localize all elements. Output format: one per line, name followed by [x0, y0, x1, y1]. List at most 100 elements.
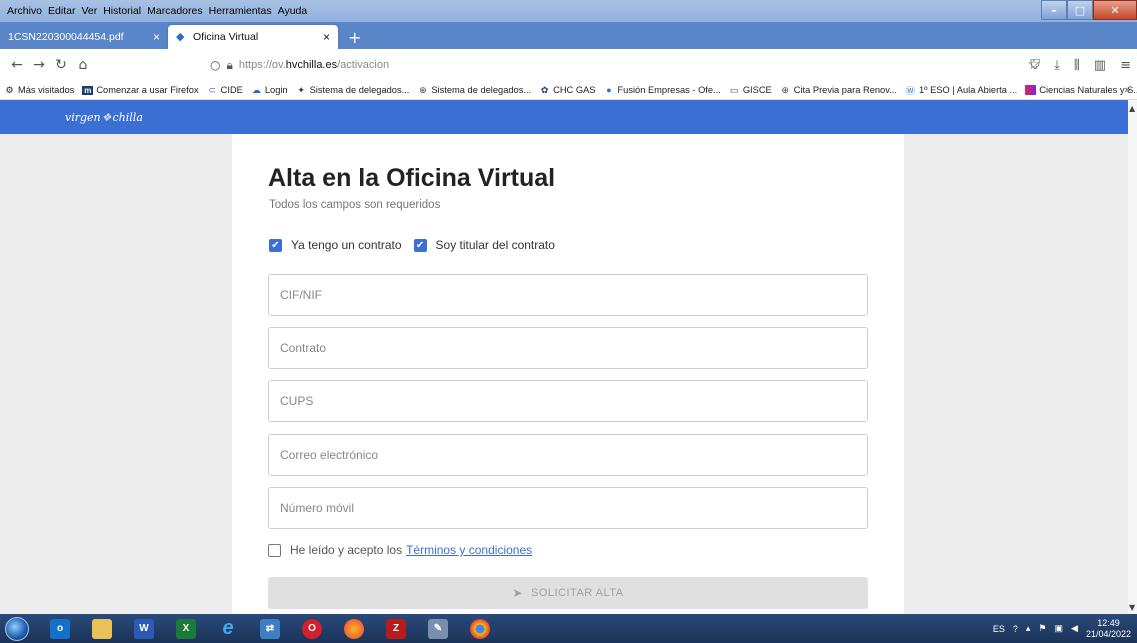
word-icon: W — [134, 618, 154, 639]
contract-checkbox-label[interactable]: Ya tengo un contrato — [291, 238, 402, 252]
signup-card: Alta en la Oficina Virtual Todos los cam… — [232, 134, 904, 614]
taskbar-ie[interactable]: e — [209, 616, 247, 642]
cide-icon: ⊂ — [208, 84, 216, 95]
cif-nif-input[interactable] — [268, 274, 868, 316]
taskbar: o W X e ⇄ O Z ✎ ES ? ▴ ⚑ ▣ ◀ 12:49 21/04… — [0, 614, 1137, 643]
bookmark-item[interactable]: ⚙ Más visitados — [4, 85, 74, 96]
new-tab-button[interactable]: + — [338, 28, 371, 49]
window-controls: – □ ✕ — [1041, 0, 1137, 20]
taskbar-filezilla[interactable]: Z — [377, 616, 415, 642]
more-bookmarks-chevron-icon[interactable]: » — [1124, 83, 1131, 96]
folder-icon: ▭ — [730, 84, 739, 95]
page-scrollbar[interactable]: ▲ ▼ — [1128, 100, 1137, 614]
bookmark-item[interactable]: ☁ Login — [251, 85, 288, 96]
menu-editar[interactable]: Editar — [45, 5, 78, 17]
home-icon[interactable]: ⌂ — [72, 57, 94, 73]
taskbar-opera[interactable]: O — [293, 616, 331, 642]
menu-ver[interactable]: Ver — [78, 5, 100, 17]
bookmark-item[interactable]: ⊕ Sistema de delegados... — [417, 85, 531, 96]
network-icon: ⇄ — [260, 618, 280, 639]
taskbar-outlook[interactable]: o — [41, 616, 79, 642]
library-icon[interactable]: ⫼ — [1074, 58, 1080, 73]
volume-icon[interactable]: ◀ — [1071, 623, 1078, 634]
bookmark-item[interactable]: Ⓦ 1º ESO | Aula Abierta ... — [905, 84, 1017, 97]
page-content: virgen ❖ chilla Alta en la Oficina Virtual… — [0, 100, 1137, 614]
menu-herramientas[interactable]: Herramientas — [206, 5, 275, 17]
logo-leaf-icon: ❖ — [101, 110, 112, 124]
flag-icon[interactable]: ⚑ — [1038, 623, 1046, 634]
clock[interactable]: 12:49 21/04/2022 — [1086, 618, 1131, 640]
tool-icon: ✎ — [428, 618, 448, 639]
close-icon[interactable]: × — [153, 30, 160, 44]
navigation-bar: ← → ↻ ⌂ ○ 🔒︎ https://ov.hvchilla.es/acti… — [0, 49, 1137, 81]
downloads-icon[interactable]: ⤓ — [1054, 58, 1060, 73]
mobile-input[interactable] — [268, 487, 868, 529]
menu-ayuda[interactable]: Ayuda — [275, 5, 311, 17]
taskbar-explorer[interactable] — [83, 616, 121, 642]
pocket-icon[interactable]: ⛉ — [1030, 58, 1040, 73]
menu-historial[interactable]: Historial — [100, 5, 144, 17]
address-bar[interactable]: ○ 🔒︎ https://ov.hvchilla.es/activacion ☆ — [210, 53, 1040, 77]
scroll-down-icon[interactable]: ▼ — [1129, 603, 1135, 612]
bookmark-item[interactable]: Ciencias Naturales y S... — [1025, 85, 1137, 95]
contract-checkbox[interactable]: ✔ — [269, 238, 282, 252]
tray-expand-icon[interactable]: ▴ — [1026, 623, 1031, 634]
cups-input[interactable] — [268, 380, 868, 422]
hamburger-menu-icon[interactable]: ≡ — [1120, 58, 1131, 73]
taskbar-excel[interactable]: X — [167, 616, 205, 642]
taskbar-tool[interactable]: ✎ — [419, 616, 457, 642]
reload-icon[interactable]: ↻ — [50, 57, 72, 73]
terms-row: He leído y acepto los Términos y condici… — [268, 543, 532, 557]
minimize-button[interactable]: – — [1041, 0, 1067, 20]
globe-icon: ⊕ — [781, 84, 790, 95]
terms-checkbox[interactable] — [268, 543, 281, 557]
site-logo[interactable]: virgen ❖ chilla — [65, 111, 143, 124]
bookmark-item[interactable]: ⊕ Cita Previa para Renov... — [780, 84, 896, 96]
bookmark-item[interactable]: ✦ Sistema de delegados... — [296, 85, 409, 96]
internet-explorer-icon: e — [222, 617, 234, 639]
language-indicator[interactable]: ES — [993, 624, 1005, 634]
bookmark-icon — [1025, 85, 1037, 95]
bookmark-item[interactable]: ● Fusión Empresas - Ofe... — [603, 85, 721, 95]
submit-label: SOLICITAR ALTA — [530, 587, 624, 599]
terms-link[interactable]: Términos y condiciones — [406, 543, 532, 557]
excel-icon: X — [176, 618, 196, 639]
submit-button[interactable]: ➤ SOLICITAR ALTA — [268, 577, 868, 609]
globe-icon: ⊕ — [419, 84, 427, 95]
email-input[interactable] — [268, 434, 868, 476]
back-arrow-icon[interactable]: ← — [6, 57, 28, 73]
menu-marcadores[interactable]: Marcadores — [144, 5, 205, 17]
tab-pdf[interactable]: 1CSN220300044454.pdf × — [0, 25, 168, 49]
titular-checkbox-label[interactable]: Soy titular del contrato — [436, 238, 555, 252]
taskbar-network[interactable]: ⇄ — [251, 616, 289, 642]
bookmark-item[interactable]: m Comenzar a usar Firefox — [82, 85, 199, 95]
bookmark-item[interactable]: ⊂ CIDE — [207, 85, 243, 96]
contract-checkboxes: ✔ Ya tengo un contrato ✔ Soy titular del… — [269, 238, 567, 252]
close-icon[interactable]: × — [323, 30, 330, 44]
taskbar-word[interactable]: W — [125, 616, 163, 642]
lock-icon[interactable]: 🔒︎ — [226, 58, 232, 73]
scroll-up-icon[interactable]: ▲ — [1129, 104, 1135, 113]
close-window-button[interactable]: ✕ — [1093, 0, 1137, 20]
tab-oficina-virtual[interactable]: ◆ Oficina Virtual × — [168, 25, 338, 49]
tracking-shield-icon[interactable]: ○ — [210, 58, 220, 72]
menu-bar: Archivo Editar Ver Historial Marcadores … — [0, 5, 310, 17]
bookmark-item[interactable]: ▭ GISCE — [729, 85, 772, 96]
forward-arrow-icon[interactable]: → — [28, 57, 50, 73]
folder-icon — [92, 618, 112, 639]
gear-icon: ⚙ — [5, 84, 14, 95]
taskbar-chrome[interactable] — [461, 616, 499, 642]
titular-checkbox[interactable]: ✔ — [413, 238, 427, 252]
bookmark-item[interactable]: ✿ CHC GAS — [539, 85, 596, 96]
network-tray-icon[interactable]: ▣ — [1055, 623, 1064, 634]
maximize-button[interactable]: □ — [1067, 0, 1093, 20]
start-button[interactable] — [5, 616, 29, 641]
url-text[interactable]: https://ov.hvchilla.es/activacion — [239, 59, 389, 71]
chrome-icon — [470, 618, 490, 639]
contrato-input[interactable] — [268, 327, 868, 369]
help-icon[interactable]: ? — [1013, 624, 1018, 634]
sidebar-icon[interactable]: ▥ — [1094, 58, 1106, 73]
taskbar-firefox[interactable] — [335, 616, 373, 642]
tab-label: 1CSN220300044454.pdf — [8, 31, 124, 43]
menu-archivo[interactable]: Archivo — [4, 5, 45, 17]
